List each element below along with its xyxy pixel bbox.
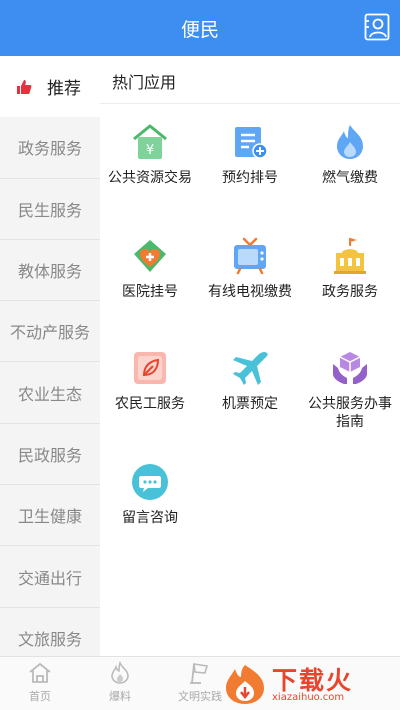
section-title: 热门应用 (112, 73, 177, 92)
chat-bubble-icon (132, 464, 168, 500)
watermark-logo: 下载火 xiazaihuo.com (224, 661, 394, 707)
app-label: 机票预定 (222, 396, 278, 412)
sidebar-item-health[interactable]: 卫生健康 (0, 485, 100, 547)
svg-text:¥: ¥ (146, 143, 154, 158)
sidebar-item-label: 推荐 (47, 79, 81, 100)
category-sidebar: 推荐 政务服务 民生服务 教体服务 不动产服务 农业生态 民政服务 卫生健康 交… (0, 56, 100, 669)
tab-label: 文明实践 (178, 690, 222, 703)
sidebar-item-transport[interactable]: 交通出行 (0, 546, 100, 608)
app-label: 农民工服务 (115, 396, 185, 412)
sidebar-item-label: 交通出行 (17, 568, 82, 588)
thumbs-up-icon (17, 79, 32, 94)
app-label: 医院挂号 (122, 284, 178, 300)
tab-breaking-news[interactable]: 爆料 (90, 661, 150, 704)
home-icon (29, 663, 51, 683)
sidebar-item-civil-affairs[interactable]: 民政服务 (0, 424, 100, 486)
app-label: 燃气缴费 (322, 170, 378, 186)
sidebar-item-label: 民生服务 (17, 200, 82, 220)
sidebar-item-label: 教体服务 (17, 262, 82, 282)
flame-icon (111, 661, 129, 684)
watermark-site: xiazaihuo.com (272, 692, 345, 703)
sidebar-item-label: 卫生健康 (17, 507, 82, 527)
tab-home[interactable]: 首页 (10, 661, 70, 704)
sidebar-item-recommend[interactable]: 推荐 (0, 56, 100, 118)
app-cable-tv-payment[interactable]: 有线电视缴费 (200, 236, 300, 301)
main-content: 热门应用 ¥ 公共资源交易 预约排号 燃气缴费 医院挂号 有线电视缴费 政务服务… (100, 56, 400, 656)
app-label: 公共服务办事指南 (308, 396, 392, 430)
tab-label: 首页 (29, 690, 51, 703)
app-label: 留言咨询 (122, 510, 178, 526)
tab-civilization-practice[interactable]: 文明实践 (170, 661, 230, 704)
tab-label: 爆料 (109, 690, 131, 703)
app-label: 公共资源交易 (108, 170, 192, 186)
sidebar-item-label: 不动产服务 (9, 323, 90, 343)
app-government-services[interactable]: 政务服务 (300, 236, 400, 301)
page-title: 便民 (180, 19, 219, 41)
app-flight-booking[interactable]: 机票预定 (200, 348, 300, 413)
flag-icon (190, 663, 209, 684)
app-hospital-registration[interactable]: 医院挂号 (100, 236, 200, 301)
top-bar: 便民 (0, 0, 400, 56)
hands-box-icon (333, 352, 367, 384)
app-appointment-queue[interactable]: 预约排号 (200, 122, 300, 187)
fire-logo-icon (226, 665, 264, 704)
sidebar-item-education-sports[interactable]: 教体服务 (0, 240, 100, 302)
app-migrant-worker-services[interactable]: 农民工服务 (100, 348, 200, 413)
flame-icon (337, 125, 363, 159)
app-message-consultation[interactable]: 留言咨询 (100, 462, 200, 527)
sidebar-item-label: 政务服务 (17, 139, 82, 159)
leaf-card-icon (134, 352, 166, 384)
sidebar-item-agriculture[interactable]: 农业生态 (0, 362, 100, 424)
user-profile-icon[interactable] (364, 13, 390, 41)
app-public-service-guide[interactable]: 公共服务办事指南 (300, 348, 400, 431)
tv-icon (234, 237, 266, 275)
app-label: 预约排号 (222, 170, 278, 186)
app-gas-payment[interactable]: 燃气缴费 (300, 122, 400, 187)
heart-cross-icon (134, 240, 166, 272)
sidebar-item-label: 文旅服务 (17, 629, 82, 649)
sidebar-item-government[interactable]: 政务服务 (0, 117, 100, 179)
app-label: 政务服务 (322, 284, 378, 300)
government-building-icon (334, 238, 366, 274)
airplane-icon (233, 351, 268, 385)
app-label: 有线电视缴费 (208, 284, 292, 300)
app-public-resource-trading[interactable]: ¥ 公共资源交易 (100, 122, 200, 187)
house-yen-icon: ¥ (133, 124, 167, 159)
sidebar-item-livelihood[interactable]: 民生服务 (0, 179, 100, 240)
sidebar-item-label: 农业生态 (17, 384, 82, 404)
book-plus-icon (235, 127, 268, 159)
bottom-nav: 首页 爆料 文明实践 下载火 xiazaihuo.com (0, 656, 400, 710)
sidebar-item-label: 民政服务 (17, 445, 82, 465)
sidebar-item-real-estate[interactable]: 不动产服务 (0, 301, 100, 363)
divider (100, 103, 400, 104)
